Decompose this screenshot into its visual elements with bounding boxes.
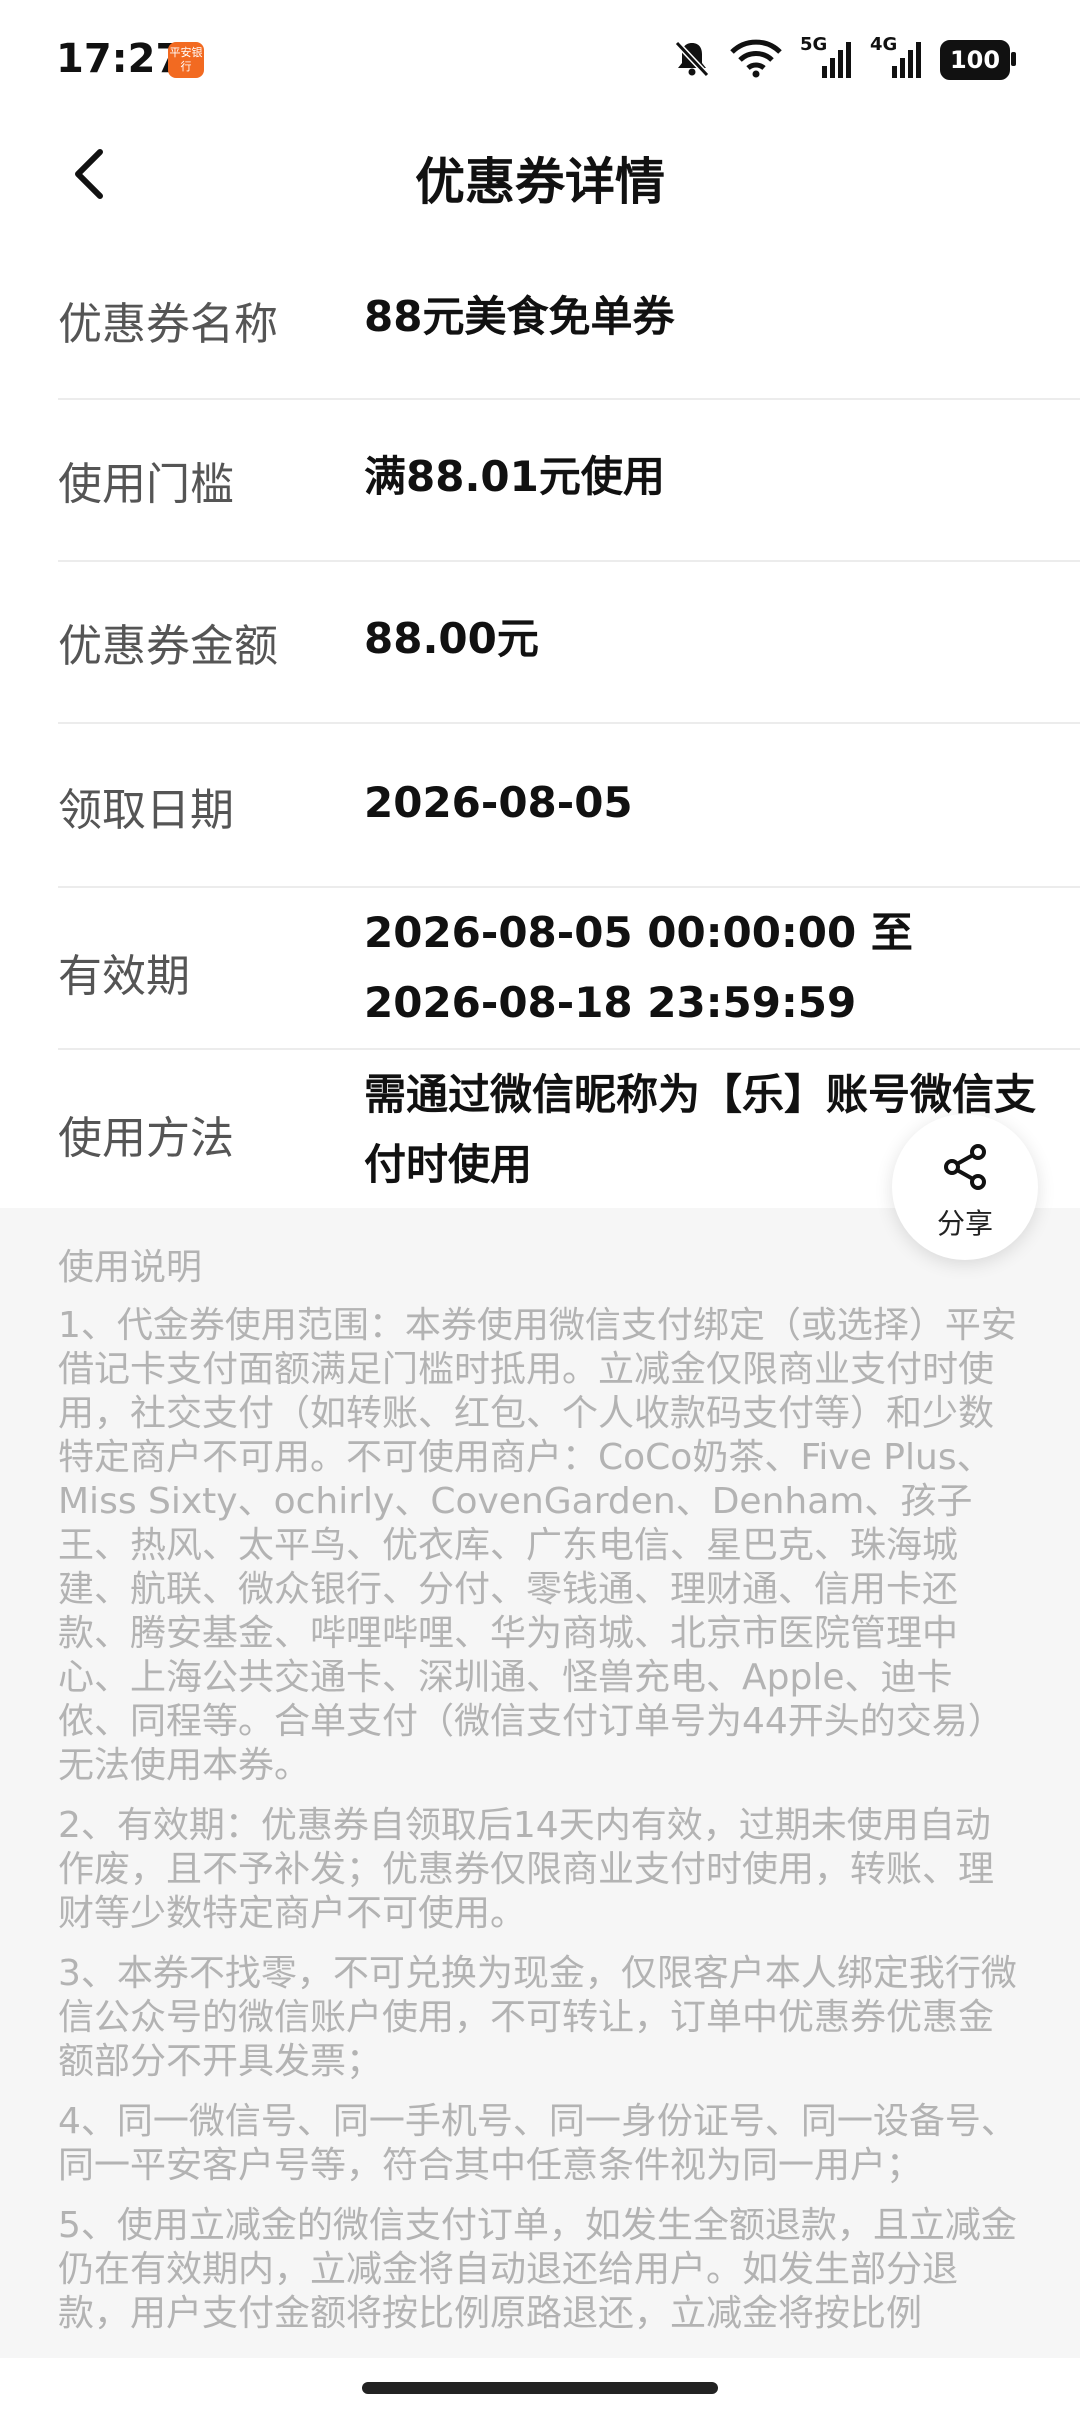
detail-row-validity: 有效期 2026-08-05 00:00:00 至 2026-08-18 23:… <box>58 888 1080 1050</box>
detail-value: 88.00元 <box>364 614 539 663</box>
usage-note-paragraph: 4、同一微信号、同一手机号、同一身份证号、同一设备号、同一平安客户号等，符合其中… <box>58 2101 1017 2186</box>
detail-label: 领取日期 <box>58 785 234 836</box>
detail-value: 2026-08-05 00:00:00 至 2026-08-18 23:59:5… <box>364 908 913 1027</box>
battery-icon: 100 <box>940 40 1016 80</box>
coupon-detail-list: 优惠券名称 88元美食免单券 使用门槛 满88.01元使用 优惠券金额 88.0… <box>58 240 1080 1210</box>
detail-value: 满88.01元使用 <box>364 452 665 501</box>
signal-4g-icon: 4G <box>870 34 922 82</box>
detail-row-threshold: 使用门槛 满88.01元使用 <box>58 400 1080 562</box>
bell-muted-icon <box>672 38 712 82</box>
nav-bar: 优惠券详情 <box>0 120 1080 230</box>
detail-label: 优惠券金额 <box>58 621 278 672</box>
wifi-icon <box>730 38 782 82</box>
detail-value: 88元美食免单券 <box>364 292 675 341</box>
home-indicator[interactable] <box>362 2382 718 2394</box>
detail-row-name: 优惠券名称 88元美食免单券 <box>58 240 1080 400</box>
detail-label: 有效期 <box>58 951 190 1002</box>
pingan-bank-app-icon: 平安银行 <box>168 42 204 78</box>
usage-note-paragraph: 5、使用立减金的微信支付订单，如发生全额退款，且立减金仍在有效期内，立减金将自动… <box>58 2205 1017 2334</box>
status-bar: 17:27 平安银行 5G 4G 100 <box>0 0 1080 120</box>
share-button[interactable]: 分享 <box>892 1114 1038 1260</box>
detail-value: 2026-08-05 <box>364 778 633 827</box>
usage-note-paragraph: 1、代金券使用范围：本券使用微信支付绑定（或选择）平安借记卡支付面额满足门槛时抵… <box>58 1305 1017 1786</box>
usage-notes-section: 使用说明 1、代金券使用范围：本券使用微信支付绑定（或选择）平安借记卡支付面额满… <box>0 1208 1080 2358</box>
signal-5g-icon: 5G <box>800 34 852 82</box>
usage-note-paragraph: 3、本券不找零，不可兑换为现金，仅限客户本人绑定我行微信公众号的微信账户使用，不… <box>58 1953 1017 2082</box>
usage-notes-title: 使用说明 <box>58 1247 203 1288</box>
usage-note-paragraph: 2、有效期：优惠券自领取后14天内有效，过期未使用自动作废，且不予补发；优惠券仅… <box>58 1805 995 1934</box>
detail-label: 使用门槛 <box>58 459 234 510</box>
detail-row-claim-date: 领取日期 2026-08-05 <box>58 724 1080 888</box>
share-label: 分享 <box>936 1207 993 1240</box>
detail-label: 使用方法 <box>58 1113 234 1164</box>
page-title: 优惠券详情 <box>415 153 665 211</box>
status-icons: 5G 4G 100 <box>672 34 1016 84</box>
detail-label: 优惠券名称 <box>58 299 278 350</box>
detail-row-amount: 优惠券金额 88.00元 <box>58 562 1080 724</box>
status-time: 17:27 <box>56 36 184 82</box>
share-icon <box>944 1144 986 1190</box>
